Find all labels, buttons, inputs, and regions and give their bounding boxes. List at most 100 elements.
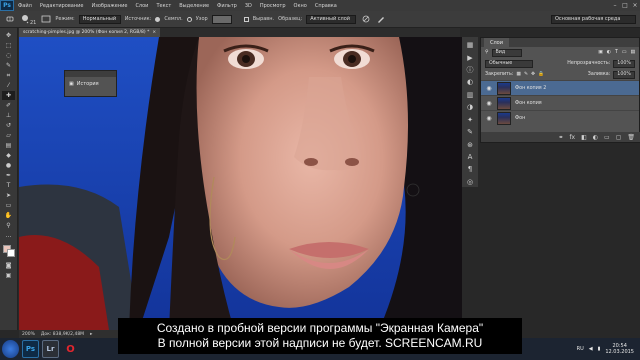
quick-mask-icon[interactable]: ◙ (2, 261, 15, 270)
menu-edit[interactable]: Редактирование (36, 3, 88, 9)
filter-smart-icon[interactable]: ▤ (630, 50, 635, 55)
filter-type-icon[interactable]: T (615, 50, 618, 55)
filter-shape-icon[interactable]: ▭ (622, 50, 627, 55)
blur-tool-icon[interactable]: ◆ (2, 151, 15, 160)
eyedropper-tool-icon[interactable]: ⁄ (2, 81, 15, 90)
zoom-tool-icon[interactable]: ⚲ (2, 221, 15, 230)
marquee-tool-icon[interactable]: ⬚ (2, 41, 15, 50)
paths-panel-icon[interactable]: ◎ (464, 177, 476, 187)
document-tab-close-icon[interactable]: × (152, 30, 156, 35)
clone-source-panel-icon[interactable] (40, 14, 51, 25)
start-button[interactable] (2, 340, 19, 358)
hand-tool-icon[interactable]: ✋ (2, 211, 15, 220)
character-panel-icon[interactable]: A (464, 152, 476, 162)
taskbar-photoshop[interactable]: Ps (22, 340, 39, 358)
menu-type[interactable]: Текст (152, 3, 175, 9)
mode-select[interactable]: Нормальный (78, 14, 121, 24)
minimize-button[interactable]: – (610, 2, 620, 9)
actions-panel-icon[interactable]: ▶ (464, 52, 476, 62)
new-layer-icon[interactable]: ▢ (616, 134, 622, 141)
add-mask-icon[interactable]: ◧ (581, 134, 587, 141)
background-color-swatch[interactable] (6, 249, 15, 257)
layer-item[interactable]: ◉ Фон (481, 110, 639, 125)
new-adjustment-icon[interactable]: ◐ (593, 134, 598, 141)
crop-tool-icon[interactable]: ⌗ (2, 71, 15, 80)
quick-select-tool-icon[interactable]: ✎ (2, 61, 15, 70)
status-menu-arrow[interactable]: ▸ (90, 332, 92, 337)
lasso-tool-icon[interactable]: ◌ (2, 51, 15, 60)
source-pattern-radio[interactable] (186, 16, 192, 22)
filter-adjust-icon[interactable]: ◐ (607, 50, 611, 55)
opacity-field[interactable]: 100% (613, 59, 635, 68)
ignore-adjustment-icon[interactable] (360, 14, 371, 25)
pen-tool-icon[interactable]: ✒ (2, 171, 15, 180)
color-swatches[interactable] (2, 245, 15, 257)
shape-tool-icon[interactable]: ▭ (2, 201, 15, 210)
screen-mode-icon[interactable]: ▣ (2, 271, 15, 280)
visibility-eye-icon[interactable]: ◉ (485, 115, 493, 122)
clone-stamp-tool-icon[interactable]: ⊥ (2, 111, 15, 120)
layer-item[interactable]: ◉ Фон копия (481, 95, 639, 110)
lock-transparency-icon[interactable]: ▦ (516, 72, 521, 77)
filter-pixel-icon[interactable]: ▣ (598, 50, 603, 55)
history-brush-tool-icon[interactable]: ↺ (2, 121, 15, 130)
styles-panel-icon[interactable]: ✦ (464, 115, 476, 125)
healing-brush-tool-icon[interactable]: ✚ (2, 91, 15, 100)
eraser-tool-icon[interactable]: ▱ (2, 131, 15, 140)
aligned-checkbox[interactable] (243, 16, 249, 22)
zoom-level[interactable]: 200% (22, 332, 35, 337)
pressure-size-icon[interactable] (375, 14, 386, 25)
document-tab[interactable]: scratching-pimples.jpg @ 200% (Фон копия… (19, 28, 161, 37)
tab-layers[interactable]: Слои (484, 38, 509, 47)
brushes-panel-icon[interactable]: ✎ (464, 127, 476, 137)
layer-item[interactable]: ◉ Фон копия 2 (481, 80, 639, 95)
more-tools-icon[interactable]: … (2, 231, 15, 240)
lock-all-icon[interactable]: 🔒 (538, 72, 544, 77)
new-group-icon[interactable]: ▭ (604, 134, 610, 141)
menu-select[interactable]: Выделение (175, 3, 213, 9)
volume-icon[interactable]: ◀ (589, 346, 593, 352)
menu-window[interactable]: Окно (290, 3, 311, 9)
move-tool-icon[interactable]: ✥ (2, 31, 15, 40)
menu-layers[interactable]: Слои (131, 3, 152, 9)
fill-field[interactable]: 100% (613, 70, 635, 79)
close-button[interactable]: × (630, 2, 640, 9)
network-icon[interactable]: ▮ (598, 346, 601, 352)
menu-3d[interactable]: 3D (241, 3, 256, 9)
taskbar-opera[interactable]: O (62, 340, 79, 358)
pattern-picker[interactable] (211, 14, 232, 24)
gradient-tool-icon[interactable]: ▤ (2, 141, 15, 150)
menu-view[interactable]: Просмотр (256, 3, 290, 9)
history-panel-icon[interactable]: ▦ (464, 40, 476, 50)
clone-source-panel-icon[interactable]: ⊛ (464, 139, 476, 149)
dodge-tool-icon[interactable]: ● (2, 161, 15, 170)
adjustments-panel-icon[interactable]: ◑ (464, 102, 476, 112)
maximize-button[interactable]: □ (620, 2, 630, 9)
color-panel-icon[interactable]: ◐ (464, 77, 476, 87)
menu-image[interactable]: Изображение (87, 3, 131, 9)
brush-preset-picker-icon[interactable] (19, 14, 30, 25)
sample-select[interactable]: Активный слой (306, 14, 357, 24)
visibility-eye-icon[interactable]: ◉ (485, 100, 493, 107)
menu-filter[interactable]: Фильтр (213, 3, 241, 9)
delete-layer-icon[interactable]: 🗑 (627, 134, 635, 141)
add-style-icon[interactable]: fx (569, 134, 575, 141)
path-select-tool-icon[interactable]: ➤ (2, 191, 15, 200)
layer-filter-select[interactable]: Вид (491, 48, 522, 57)
source-sampled-radio[interactable] (155, 16, 161, 22)
healing-brush-tool-icon[interactable] (4, 14, 15, 25)
blend-mode-select[interactable]: Обычные (485, 59, 533, 68)
clock[interactable]: 20:54 12.03.2015 (605, 343, 634, 355)
lock-position-icon[interactable]: ✥ (531, 72, 535, 77)
history-panel[interactable]: ▣ История (64, 70, 117, 97)
link-layers-icon[interactable]: ⚭ (558, 134, 563, 141)
swatches-panel-icon[interactable]: ▥ (464, 90, 476, 100)
menu-file[interactable]: Файл (14, 3, 36, 9)
taskbar-lightroom[interactable]: Lr (42, 340, 59, 358)
type-tool-icon[interactable]: T (2, 181, 15, 190)
workspace-select[interactable]: Основная рабочая среда (551, 14, 636, 24)
language-indicator[interactable]: RU (577, 346, 584, 352)
info-panel-icon[interactable]: ⓘ (464, 65, 476, 75)
brush-tool-icon[interactable]: ✐ (2, 101, 15, 110)
menu-help[interactable]: Справка (311, 3, 341, 9)
